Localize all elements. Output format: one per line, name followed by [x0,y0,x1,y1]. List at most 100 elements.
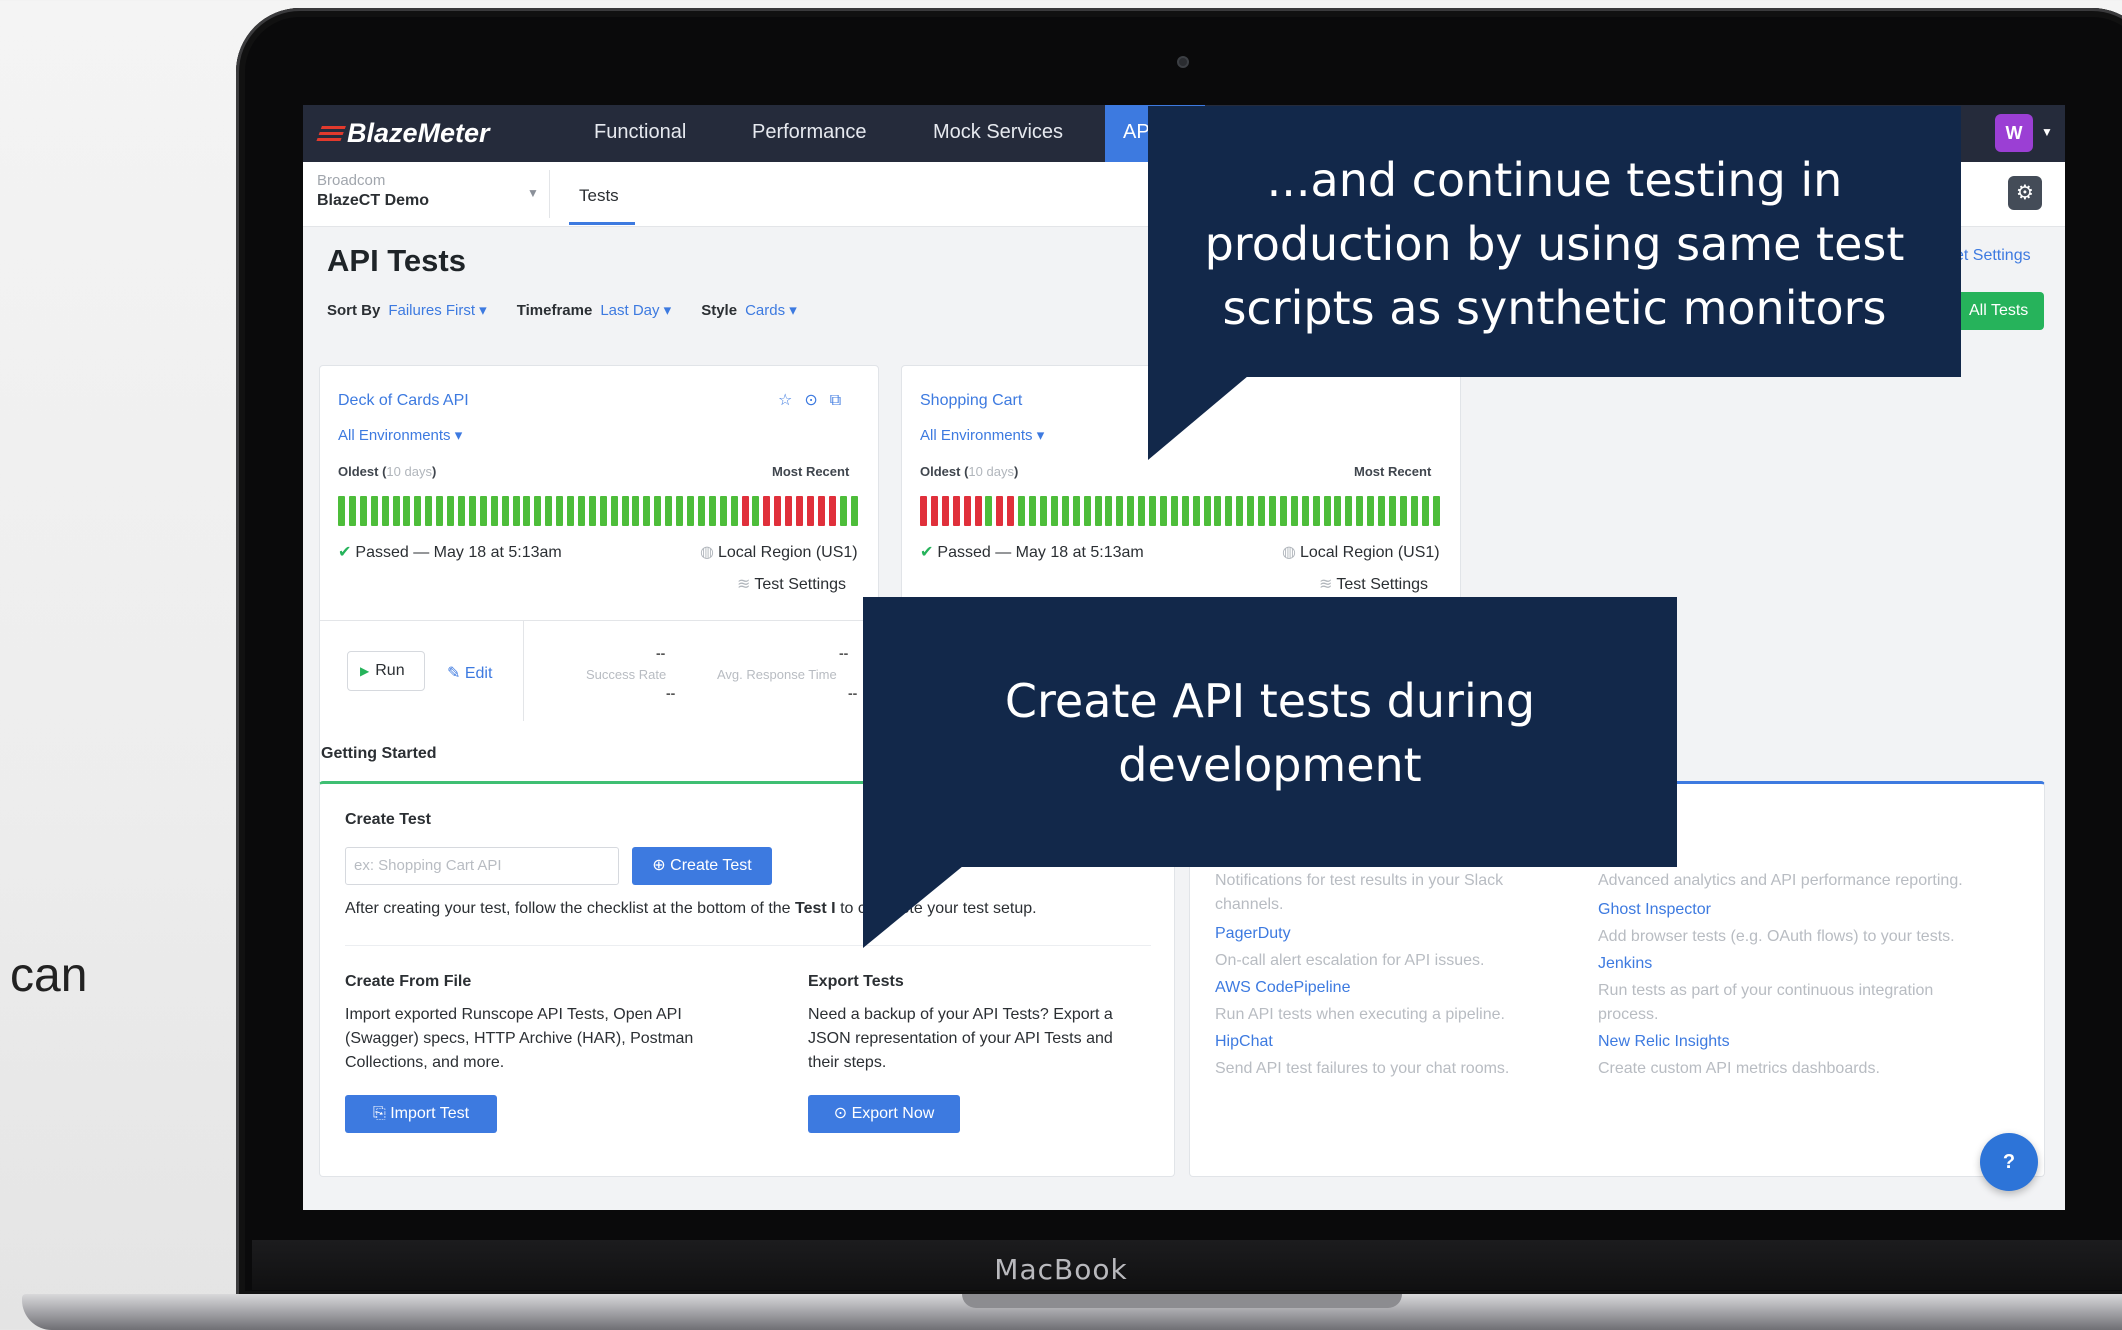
result-bar-passed[interactable] [1236,496,1244,526]
result-bar-passed[interactable] [1323,496,1331,526]
result-bar-passed[interactable] [1094,496,1102,526]
result-bar-passed[interactable] [414,496,422,526]
result-bar-passed[interactable] [1388,496,1396,526]
result-bar-failed[interactable] [828,496,836,526]
result-bar-passed[interactable] [1039,496,1047,526]
result-bar-failed[interactable] [806,496,814,526]
integration-link-aws-codepipeline[interactable]: AWS CodePipeline [1215,979,1350,997]
result-bar-passed[interactable] [599,496,607,526]
result-bar-passed[interactable] [490,496,498,526]
test-settings-link[interactable]: ≋ Test Settings [1319,574,1428,594]
result-bar-passed[interactable] [381,496,389,526]
result-bar-passed[interactable] [468,496,476,526]
result-bar-passed[interactable] [1149,496,1157,526]
result-bar-passed[interactable] [1421,496,1429,526]
result-bar-passed[interactable] [1159,496,1167,526]
integration-link-jenkins[interactable]: Jenkins [1598,955,1652,973]
org-parent[interactable]: Broadcom [317,172,385,189]
result-bar-passed[interactable] [665,496,673,526]
result-bar-passed[interactable] [730,496,738,526]
result-bar-passed[interactable] [512,496,520,526]
nav-functional[interactable]: Functional [594,121,686,144]
style-dropdown[interactable]: Cards ▾ [745,302,797,319]
run-button[interactable]: ▶ Run [347,651,425,691]
result-bar-passed[interactable] [1192,496,1200,526]
integration-link-hipchat[interactable]: HipChat [1215,1033,1273,1051]
result-bar-passed[interactable] [1029,496,1037,526]
result-bar-passed[interactable] [1225,496,1233,526]
result-bar-failed[interactable] [763,496,771,526]
result-bar-passed[interactable] [1072,496,1080,526]
result-bar-passed[interactable] [1127,496,1135,526]
help-icon[interactable]: ? [1980,1133,2038,1191]
result-bar-passed[interactable] [1432,496,1440,526]
result-bar-passed[interactable] [1138,496,1146,526]
result-bar-passed[interactable] [1356,496,1364,526]
org-caret-down-icon[interactable]: ▼ [527,186,539,200]
avatar[interactable]: W [1995,114,2033,152]
result-bar-passed[interactable] [1301,496,1309,526]
result-bar-passed[interactable] [556,496,564,526]
result-bar-passed[interactable] [621,496,629,526]
result-bar-passed[interactable] [1367,496,1375,526]
result-bar-passed[interactable] [752,496,760,526]
result-bar-passed[interactable] [676,496,684,526]
integration-link-ghost-inspector[interactable]: Ghost Inspector [1598,901,1711,919]
result-bar-failed[interactable] [996,496,1004,526]
import-test-button[interactable]: ⎘ Import Test [345,1095,497,1133]
environment-dropdown[interactable]: All Environments ▾ [338,426,462,444]
result-bar-passed[interactable] [1399,496,1407,526]
nav-mock-services[interactable]: Mock Services [933,121,1063,144]
result-bar-failed[interactable] [817,496,825,526]
result-bar-failed[interactable] [963,496,971,526]
test-settings-link[interactable]: ≋ Test Settings [737,574,846,594]
result-bar-passed[interactable] [1410,496,1418,526]
result-bar-passed[interactable] [708,496,716,526]
export-now-button[interactable]: ⊙ Export Now [808,1095,960,1133]
settings-link[interactable]: et Settings [1955,247,2031,265]
result-bar-passed[interactable] [985,496,993,526]
integration-link-new-relic-insights[interactable]: New Relic Insights [1598,1033,1730,1051]
create-test-button[interactable]: ⊕ Create Test [632,847,772,885]
result-bar-passed[interactable] [588,496,596,526]
result-bar-passed[interactable] [370,496,378,526]
result-bar-passed[interactable] [338,496,345,526]
result-bar-failed[interactable] [796,496,804,526]
result-bar-passed[interactable] [457,496,465,526]
card-title[interactable]: Shopping Cart [920,392,1022,410]
result-bar-failed[interactable] [1007,496,1015,526]
result-bar-passed[interactable] [425,496,433,526]
result-bar-passed[interactable] [850,496,858,526]
nav-performance[interactable]: Performance [752,121,867,144]
result-bar-passed[interactable] [1061,496,1069,526]
result-bar-passed[interactable] [1312,496,1320,526]
result-bar-passed[interactable] [839,496,847,526]
result-bar-failed[interactable] [774,496,782,526]
card-title[interactable]: Deck of Cards API [338,392,469,410]
result-bar-passed[interactable] [1083,496,1091,526]
result-bar-passed[interactable] [687,496,694,526]
result-bar-passed[interactable] [719,496,727,526]
result-bar-passed[interactable] [697,496,705,526]
result-bar-passed[interactable] [654,496,662,526]
org-name[interactable]: BlazeCT Demo [317,192,429,210]
result-bar-passed[interactable] [403,496,411,526]
edit-link[interactable]: ✎ Edit [447,663,492,683]
result-bar-passed[interactable] [392,496,400,526]
result-bar-passed[interactable] [632,496,640,526]
result-bar-failed[interactable] [941,496,949,526]
result-bar-passed[interactable] [534,496,542,526]
result-bar-passed[interactable] [501,496,509,526]
result-bar-failed[interactable] [741,496,749,526]
schedule-icon[interactable]: ⊙ [804,392,829,409]
result-bar-passed[interactable] [1214,496,1222,526]
result-bar-failed[interactable] [952,496,960,526]
result-bar-passed[interactable] [1105,496,1113,526]
result-bar-passed[interactable] [447,496,455,526]
environment-dropdown[interactable]: All Environments ▾ [920,426,1044,444]
result-bar-passed[interactable] [479,496,487,526]
result-bar-passed[interactable] [1247,496,1255,526]
caret-down-icon[interactable]: ▼ [2041,125,2053,139]
result-bar-passed[interactable] [567,496,575,526]
result-bar-passed[interactable] [545,496,553,526]
